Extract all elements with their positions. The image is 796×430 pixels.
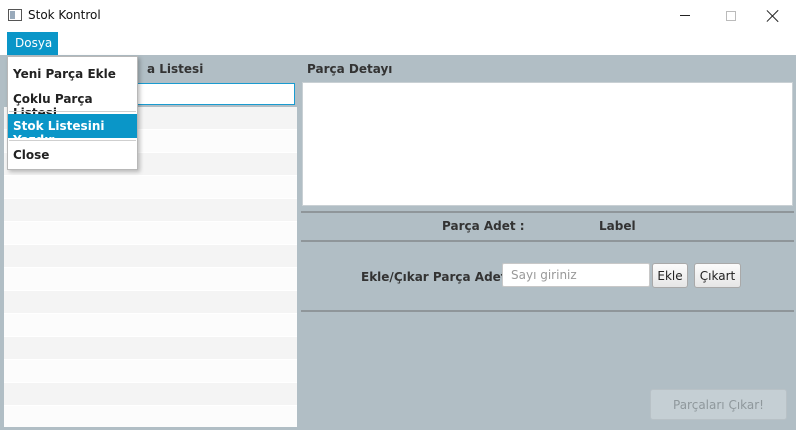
- divider: [301, 211, 794, 213]
- app-window-icon: [8, 9, 22, 21]
- add-remove-count-label: Ekle/Çıkar Parça Adet :: [361, 270, 516, 284]
- part-detail-area[interactable]: [302, 82, 793, 206]
- parts-list-title: a Listesi: [147, 62, 204, 76]
- list-item[interactable]: [4, 337, 297, 360]
- part-count-value: Label: [599, 219, 636, 233]
- divider: [301, 240, 794, 242]
- menu-item-multi-part-list[interactable]: Çoklu Parça Listesi: [8, 87, 137, 120]
- dosya-dropdown-menu: Yeni Parça Ekle Çoklu Parça Listesi Stok…: [7, 56, 138, 170]
- menu-item-print-stock-list[interactable]: Stok Listesini Yazdır: [8, 114, 137, 147]
- list-item[interactable]: [4, 199, 297, 222]
- list-item[interactable]: [4, 176, 297, 199]
- window-title: Stok Kontrol: [28, 8, 101, 22]
- list-item[interactable]: [4, 406, 297, 427]
- remove-button[interactable]: Çıkart: [694, 263, 741, 288]
- title-bar: Stok Kontrol: [0, 0, 796, 31]
- minimize-icon: [680, 15, 690, 16]
- list-item[interactable]: [4, 291, 297, 314]
- close-button[interactable]: [750, 0, 796, 31]
- list-item[interactable]: [4, 245, 297, 268]
- menu-bar: Dosya: [0, 31, 796, 55]
- minimize-button[interactable]: [662, 0, 708, 31]
- count-input[interactable]: [502, 263, 650, 287]
- menu-item-new-part[interactable]: Yeni Parça Ekle: [8, 62, 137, 86]
- maximize-button[interactable]: [708, 0, 754, 31]
- list-item[interactable]: [4, 222, 297, 245]
- menu-separator: [9, 111, 136, 112]
- menu-separator: [9, 140, 136, 141]
- list-item[interactable]: [4, 268, 297, 291]
- remove-parts-button[interactable]: Parçaları Çıkar!: [650, 389, 787, 420]
- menu-item-close[interactable]: Close: [8, 143, 137, 167]
- part-detail-title: Parça Detayı: [307, 62, 393, 76]
- part-count-label: Parça Adet :: [442, 219, 525, 233]
- list-item[interactable]: [4, 314, 297, 337]
- close-icon: [767, 10, 779, 22]
- menu-dosya[interactable]: Dosya: [7, 32, 58, 55]
- list-item[interactable]: [4, 360, 297, 383]
- add-button[interactable]: Ekle: [652, 263, 688, 288]
- list-item[interactable]: [4, 383, 297, 406]
- divider: [301, 310, 794, 312]
- maximize-icon: [726, 10, 736, 21]
